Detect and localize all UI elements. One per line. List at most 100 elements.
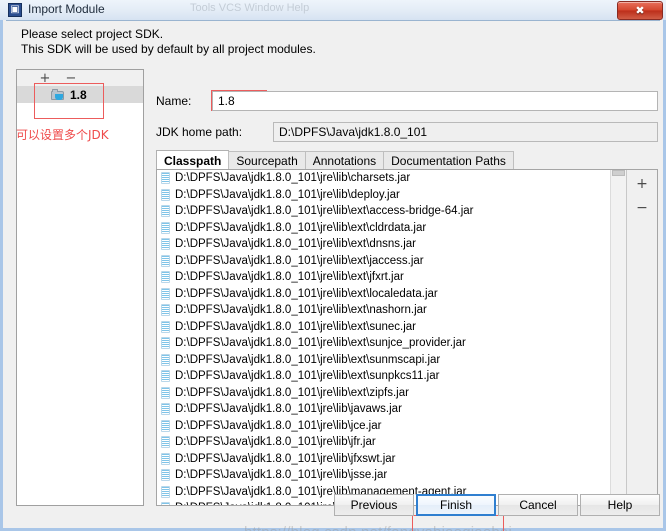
jdk-home-path-input[interactable]: D:\DPFS\Java\jdk1.8.0_101 — [273, 122, 658, 142]
classpath-row[interactable]: D:\DPFS\Java\jdk1.8.0_101\jre\lib\ext\cl… — [157, 220, 628, 237]
classpath-list-panel: D:\DPFS\Java\jdk1.8.0_101\jre\lib\charse… — [156, 169, 658, 506]
help-button[interactable]: Help — [580, 494, 660, 516]
dialog-frame: Please select project SDK. This SDK will… — [0, 20, 666, 531]
classpath-toolbar: + − — [626, 170, 657, 505]
tab-classpath[interactable]: Classpath — [156, 150, 230, 170]
annotation-label-sdk-list: 可以设置多个JDK — [16, 128, 109, 142]
tab-annotations[interactable]: Annotations — [304, 151, 385, 170]
classpath-row[interactable]: D:\DPFS\Java\jdk1.8.0_101\jre\lib\ext\su… — [157, 368, 628, 385]
classpath-row-label: D:\DPFS\Java\jdk1.8.0_101\jre\lib\deploy… — [175, 188, 400, 201]
classpath-row[interactable]: D:\DPFS\Java\jdk1.8.0_101\jre\lib\jfxswt… — [157, 451, 628, 468]
close-button[interactable]: ✖ — [617, 1, 663, 20]
remove-classpath-button[interactable]: − — [634, 200, 650, 216]
classpath-row-label: D:\DPFS\Java\jdk1.8.0_101\jre\lib\ext\zi… — [175, 386, 409, 399]
remove-sdk-button[interactable]: − — [63, 71, 79, 85]
classpath-row-label: D:\DPFS\Java\jdk1.8.0_101\jre\lib\ext\dn… — [175, 238, 416, 251]
sdk-tab-bar: Classpath Sourcepath Annotations Documen… — [156, 150, 658, 170]
prompt-line-1: Please select project SDK. — [21, 27, 164, 41]
classpath-row-label: D:\DPFS\Java\jdk1.8.0_101\jre\lib\ext\su… — [175, 320, 416, 333]
previous-button-label: Previous — [350, 498, 398, 512]
watermark-text: https://blog.csdn.net/fangyabiaoqiaobai — [244, 524, 512, 531]
finish-button[interactable]: Finish — [416, 494, 496, 516]
classpath-row[interactable]: D:\DPFS\Java\jdk1.8.0_101\jre\lib\ext\su… — [157, 335, 628, 352]
cancel-button[interactable]: Cancel — [498, 494, 578, 516]
jar-file-icon — [161, 419, 170, 432]
cancel-button-label: Cancel — [519, 498, 557, 512]
classpath-row-label: D:\DPFS\Java\jdk1.8.0_101\jre\lib\ext\su… — [175, 353, 441, 366]
tab-sourcepath[interactable]: Sourcepath — [228, 151, 306, 170]
jar-file-icon — [161, 205, 170, 218]
classpath-row-label: D:\DPFS\Java\jdk1.8.0_101\jre\lib\jfxswt… — [175, 452, 396, 465]
classpath-row[interactable]: D:\DPFS\Java\jdk1.8.0_101\jre\lib\ext\ja… — [157, 253, 628, 270]
sdk-list-item-label: 1.8 — [70, 87, 87, 102]
jar-file-icon — [161, 337, 170, 350]
jar-file-icon — [161, 403, 170, 416]
window-title: Import Module — [28, 2, 105, 16]
jar-file-icon — [161, 287, 170, 300]
classpath-list[interactable]: D:\DPFS\Java\jdk1.8.0_101\jre\lib\charse… — [157, 170, 628, 505]
sdk-toolbar: + − — [17, 70, 143, 86]
add-classpath-button[interactable]: + — [634, 176, 650, 192]
jar-file-icon — [161, 304, 170, 317]
classpath-row-label: D:\DPFS\Java\jdk1.8.0_101\jre\lib\jsse.j… — [175, 469, 388, 482]
jdk-folder-icon — [51, 88, 66, 101]
classpath-row-label: D:\DPFS\Java\jdk1.8.0_101\jre\lib\jfr.ja… — [175, 436, 376, 449]
jar-file-icon — [161, 320, 170, 333]
help-button-label: Help — [607, 498, 633, 512]
tab-documentation-paths[interactable]: Documentation Paths — [383, 151, 514, 170]
prompt-text: Please select project SDK. This SDK will… — [21, 27, 316, 57]
classpath-row[interactable]: D:\DPFS\Java\jdk1.8.0_101\jre\lib\javaws… — [157, 401, 628, 418]
dialog-button-bar: Previous Finish Cancel Help — [6, 494, 666, 522]
jar-file-icon — [161, 188, 170, 201]
classpath-row[interactable]: D:\DPFS\Java\jdk1.8.0_101\jre\lib\deploy… — [157, 187, 628, 204]
classpath-row[interactable]: D:\DPFS\Java\jdk1.8.0_101\jre\lib\ext\su… — [157, 352, 628, 369]
classpath-row-label: D:\DPFS\Java\jdk1.8.0_101\jre\lib\ext\na… — [175, 304, 427, 317]
jdk-home-path-label: JDK home path: — [156, 125, 243, 139]
classpath-row[interactable]: D:\DPFS\Java\jdk1.8.0_101\jre\lib\ext\jf… — [157, 269, 628, 286]
title-bar: ▣ Import Module ✖ — [0, 0, 666, 20]
classpath-row[interactable]: D:\DPFS\Java\jdk1.8.0_101\jre\lib\ext\na… — [157, 302, 628, 319]
finish-button-label: Finish — [439, 498, 472, 512]
jar-file-icon — [161, 386, 170, 399]
classpath-row[interactable]: D:\DPFS\Java\jdk1.8.0_101\jre\lib\jfr.ja… — [157, 434, 628, 451]
classpath-row[interactable]: D:\DPFS\Java\jdk1.8.0_101\jre\lib\jce.ja… — [157, 418, 628, 435]
jar-file-icon — [161, 238, 170, 251]
classpath-row-label: D:\DPFS\Java\jdk1.8.0_101\jre\lib\ext\su… — [175, 337, 466, 350]
classpath-row[interactable]: D:\DPFS\Java\jdk1.8.0_101\jre\lib\ext\dn… — [157, 236, 628, 253]
classpath-scrollbar-thumb[interactable] — [612, 170, 625, 176]
add-sdk-button[interactable]: + — [37, 71, 53, 85]
classpath-row[interactable]: D:\DPFS\Java\jdk1.8.0_101\jre\lib\ext\lo… — [157, 286, 628, 303]
classpath-row-label: D:\DPFS\Java\jdk1.8.0_101\jre\lib\charse… — [175, 172, 411, 185]
jar-file-icon — [161, 436, 170, 449]
jar-file-icon — [161, 254, 170, 267]
jar-file-icon — [161, 271, 170, 284]
classpath-row[interactable]: D:\DPFS\Java\jdk1.8.0_101\jre\lib\jsse.j… — [157, 467, 628, 484]
name-field-label: Name: — [156, 94, 192, 108]
name-input[interactable]: 1.8 — [212, 91, 658, 111]
classpath-row[interactable]: D:\DPFS\Java\jdk1.8.0_101\jre\lib\ext\su… — [157, 319, 628, 336]
prompt-line-2: This SDK will be used by default by all … — [21, 42, 316, 56]
close-icon: ✖ — [635, 4, 645, 17]
jar-file-icon — [161, 221, 170, 234]
classpath-scrollbar[interactable] — [610, 170, 626, 505]
classpath-row[interactable]: D:\DPFS\Java\jdk1.8.0_101\jre\lib\charse… — [157, 170, 628, 187]
dialog-content: Please select project SDK. This SDK will… — [6, 20, 660, 531]
classpath-row-label: D:\DPFS\Java\jdk1.8.0_101\jre\lib\ext\lo… — [175, 287, 438, 300]
jar-file-icon — [161, 172, 170, 185]
classpath-row-label: D:\DPFS\Java\jdk1.8.0_101\jre\lib\ext\ja… — [175, 254, 424, 267]
idea-app-icon: ▣ — [8, 3, 22, 17]
sdk-list-item-1-8[interactable]: 1.8 — [17, 86, 143, 103]
idea-app-icon-glyph: ▣ — [10, 4, 20, 15]
jar-file-icon — [161, 452, 170, 465]
classpath-row-label: D:\DPFS\Java\jdk1.8.0_101\jre\lib\ext\jf… — [175, 271, 404, 284]
sdk-detail-panel: Name: 1.8 JDK home path: D:\DPFS\Java\jd… — [156, 69, 658, 506]
jar-file-icon — [161, 370, 170, 383]
classpath-row-label: D:\DPFS\Java\jdk1.8.0_101\jre\lib\ext\su… — [175, 370, 440, 383]
classpath-row-label: D:\DPFS\Java\jdk1.8.0_101\jre\lib\ext\ac… — [175, 205, 474, 218]
classpath-row-label: D:\DPFS\Java\jdk1.8.0_101\jre\lib\jce.ja… — [175, 419, 382, 432]
classpath-row[interactable]: D:\DPFS\Java\jdk1.8.0_101\jre\lib\ext\ac… — [157, 203, 628, 220]
classpath-row[interactable]: D:\DPFS\Java\jdk1.8.0_101\jre\lib\ext\zi… — [157, 385, 628, 402]
jar-file-icon — [161, 469, 170, 482]
previous-button[interactable]: Previous — [334, 494, 414, 516]
jar-file-icon — [161, 353, 170, 366]
